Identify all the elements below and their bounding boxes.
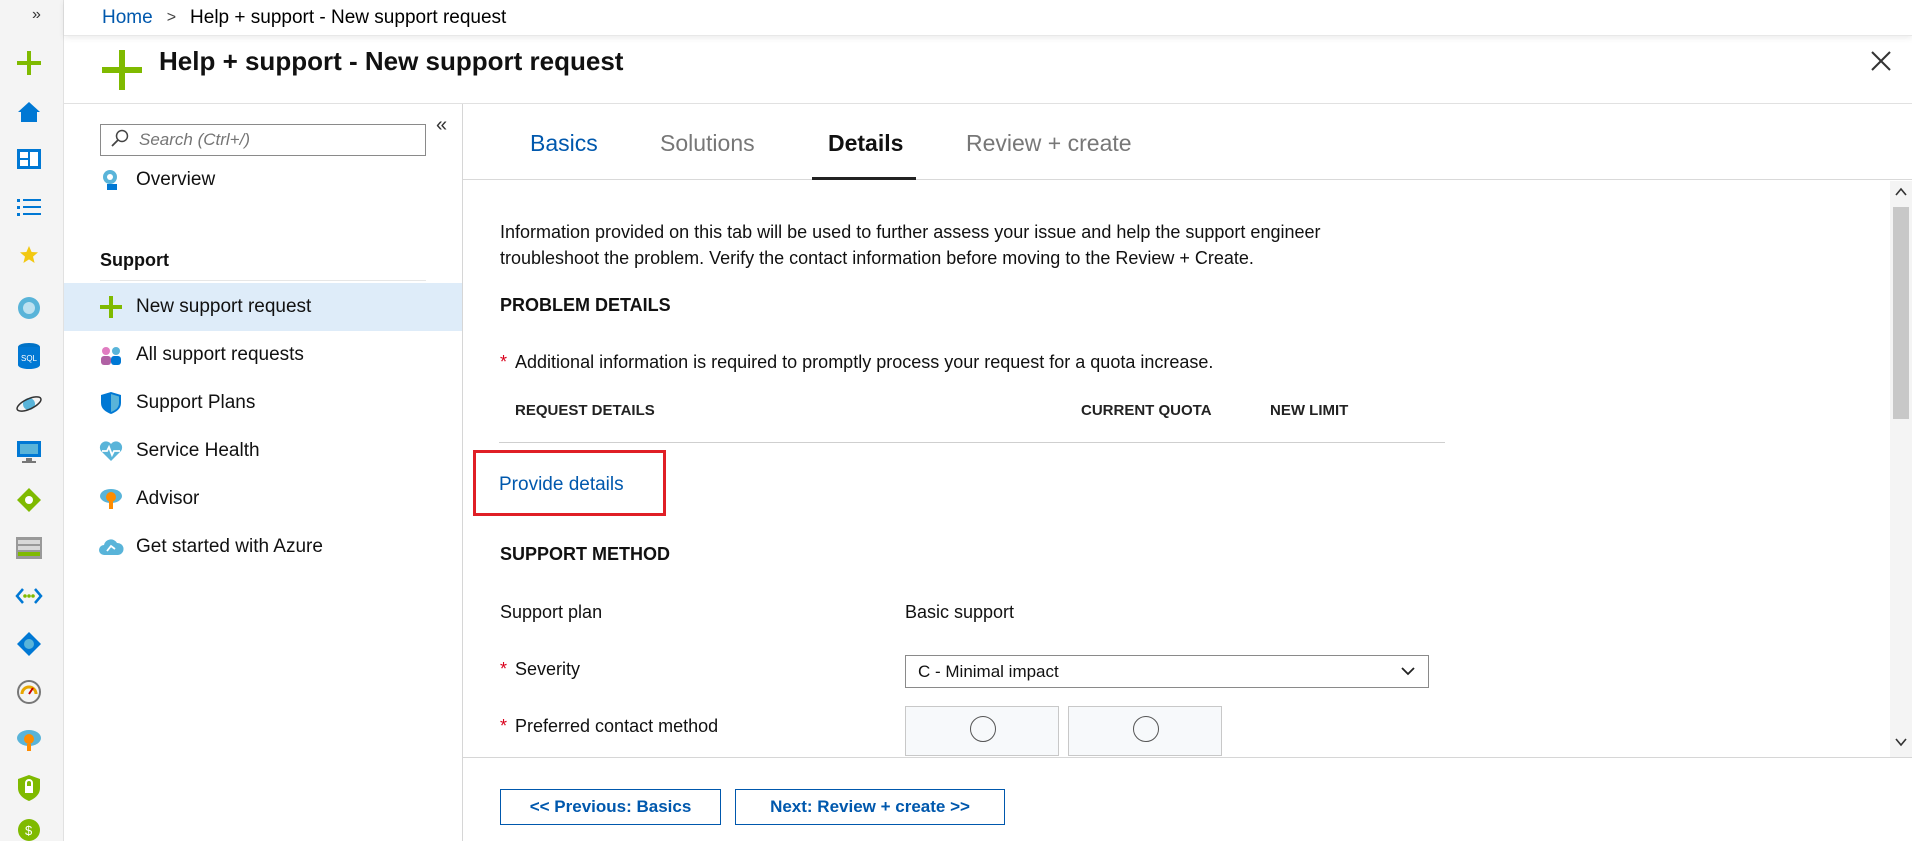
required-asterisk: * [500, 659, 508, 679]
overview-icon [98, 167, 124, 193]
tab-details[interactable]: Details [828, 130, 903, 157]
storage-account-icon[interactable] [14, 533, 44, 563]
menu-item-label: All support requests [136, 344, 304, 365]
severity-select[interactable]: C - Minimal impact [905, 655, 1429, 688]
support-method-header: SUPPORT METHOD [500, 544, 671, 564]
table-divider [499, 442, 1445, 443]
svg-text:$: $ [25, 823, 33, 838]
people-icon [98, 342, 124, 368]
menu-item-support-plans[interactable]: Support Plans [64, 379, 462, 427]
scroll-down-icon[interactable] [1894, 735, 1908, 753]
menu-item-label: Get started with Azure [136, 536, 323, 557]
problem-details-header: PROBLEM DETAILS [500, 295, 671, 315]
support-plan-value: Basic support [905, 602, 1015, 622]
advisor-rail-icon[interactable] [14, 725, 44, 755]
menu-section-support: Support [100, 250, 169, 270]
resource-menu: « Overview Support New support request A… [64, 104, 463, 841]
scroll-up-icon[interactable] [1894, 185, 1908, 203]
quota-note: * Additional information is required to p… [500, 352, 1213, 373]
menu-search-input[interactable] [139, 130, 409, 150]
menu-item-all-support-requests[interactable]: All support requests [64, 331, 462, 379]
content-pane: Basics Solutions Details Review + create… [463, 104, 1912, 841]
section-divider [100, 280, 426, 281]
left-icon-rail: » SQL $ [0, 0, 64, 841]
advisor-icon [98, 486, 124, 512]
contact-method-label: * Preferred contact method [500, 716, 718, 737]
quota-note-text: Additional information is required to pr… [515, 352, 1214, 372]
breadcrumb-home-link[interactable]: Home [102, 7, 153, 29]
search-icon [111, 129, 129, 152]
plus-icon [98, 294, 124, 320]
menu-item-label: Overview [136, 169, 216, 190]
all-services-icon[interactable] [14, 192, 44, 222]
tab-solutions[interactable]: Solutions [660, 130, 755, 157]
blade-header: Help + support - New support request [64, 36, 1912, 104]
radio-button[interactable] [970, 716, 996, 742]
provide-details-highlight: Provide details [473, 450, 666, 516]
app-service-icon[interactable] [14, 293, 44, 323]
menu-item-overview[interactable]: Overview [64, 156, 462, 204]
menu-item-label: New support request [136, 296, 312, 317]
footer-bar: << Previous: Basics Next: Review + creat… [463, 757, 1912, 841]
menu-item-label: Support Plans [136, 392, 256, 413]
contact-method-label-text: Preferred contact method [515, 716, 719, 736]
collapse-menu-icon[interactable]: « [436, 114, 447, 137]
details-form: Information provided on this tab will be… [463, 181, 1912, 757]
column-current-quota: CURRENT QUOTA [1081, 402, 1212, 419]
severity-label: * Severity [500, 659, 580, 680]
shield-icon [98, 390, 124, 416]
required-asterisk: * [500, 716, 508, 736]
security-center-icon[interactable] [14, 773, 44, 803]
cosmos-db-icon[interactable] [14, 389, 44, 419]
load-balancer-icon[interactable] [14, 485, 44, 515]
sql-database-icon[interactable]: SQL [14, 341, 44, 371]
severity-label-text: Severity [515, 659, 581, 679]
menu-item-label: Service Health [136, 440, 260, 461]
next-review-create-button[interactable]: Next: Review + create >> [735, 789, 1005, 825]
support-plan-label: Support plan [500, 602, 603, 622]
create-resource-icon[interactable] [14, 48, 44, 78]
dashboard-icon[interactable] [14, 144, 44, 174]
menu-item-service-health[interactable]: Service Health [64, 427, 462, 475]
provide-details-link[interactable]: Provide details [499, 474, 624, 496]
azure-ad-icon[interactable] [14, 629, 44, 659]
intro-text-line2: troubleshoot the problem. Verify the con… [500, 248, 1254, 268]
breadcrumb-current: Help + support - New support request [190, 6, 507, 28]
monitor-icon[interactable] [14, 677, 44, 707]
virtual-network-icon[interactable] [14, 581, 44, 611]
scrollbar-thumb[interactable] [1893, 207, 1909, 419]
vertical-scrollbar[interactable] [1890, 181, 1912, 757]
chevron-right-icon: > [166, 8, 177, 26]
contact-option-1[interactable] [905, 706, 1059, 756]
favorites-star-icon [14, 240, 44, 270]
selected-tab-underline [812, 177, 916, 180]
severity-value: C - Minimal impact [918, 662, 1059, 681]
tab-basics[interactable]: Basics [530, 130, 598, 157]
expand-icon[interactable]: » [32, 6, 41, 24]
breadcrumb: Home > Help + support - New support requ… [64, 0, 1912, 36]
tab-strip: Basics Solutions Details Review + create [463, 104, 1912, 180]
column-new-limit: NEW LIMIT [1270, 402, 1349, 419]
virtual-machine-icon[interactable] [14, 437, 44, 467]
menu-item-get-started[interactable]: Get started with Azure [64, 523, 462, 571]
required-asterisk: * [500, 352, 508, 372]
tab-review-create[interactable]: Review + create [966, 130, 1132, 157]
contact-option-2[interactable] [1068, 706, 1222, 756]
cloud-icon [98, 534, 124, 560]
menu-item-new-support-request[interactable]: New support request [64, 283, 462, 331]
menu-item-label: Advisor [136, 488, 200, 509]
svg-text:SQL: SQL [21, 354, 38, 363]
column-request-details: REQUEST DETAILS [515, 402, 655, 419]
radio-button[interactable] [1133, 716, 1159, 742]
intro-text-line1: Information provided on this tab will be… [500, 222, 1321, 242]
heart-pulse-icon [98, 438, 124, 464]
menu-item-advisor[interactable]: Advisor [64, 475, 462, 523]
chevron-down-icon [1400, 663, 1416, 684]
blade-title: Help + support - New support request [159, 46, 624, 76]
home-icon[interactable] [14, 97, 44, 127]
close-icon[interactable] [1868, 48, 1894, 74]
menu-search-box[interactable] [100, 124, 426, 156]
new-request-plus-icon [100, 48, 144, 92]
previous-basics-button[interactable]: << Previous: Basics [500, 789, 721, 825]
